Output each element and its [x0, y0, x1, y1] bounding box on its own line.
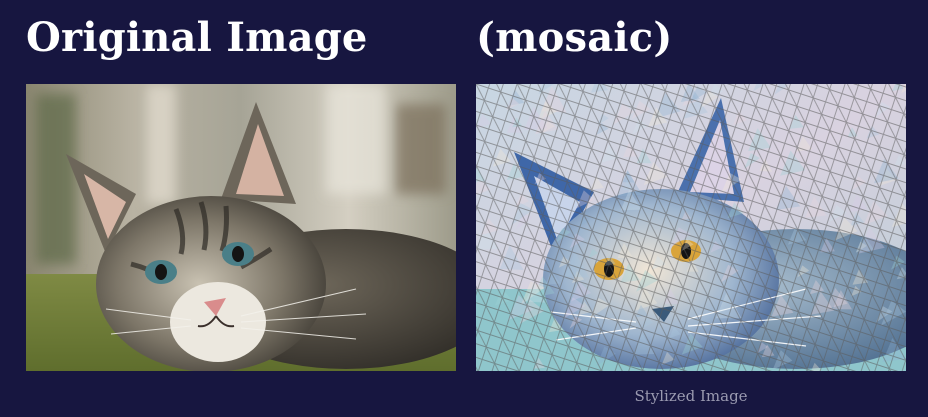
original-image [26, 84, 456, 371]
original-heading: Original Image [26, 14, 368, 61]
stylized-heading: (mosaic) [476, 14, 673, 61]
stylized-mosaic-kitten [476, 84, 906, 371]
stylized-caption: Stylized Image [634, 387, 748, 405]
stylized-image [476, 84, 906, 371]
original-kitten-photo [26, 84, 456, 371]
